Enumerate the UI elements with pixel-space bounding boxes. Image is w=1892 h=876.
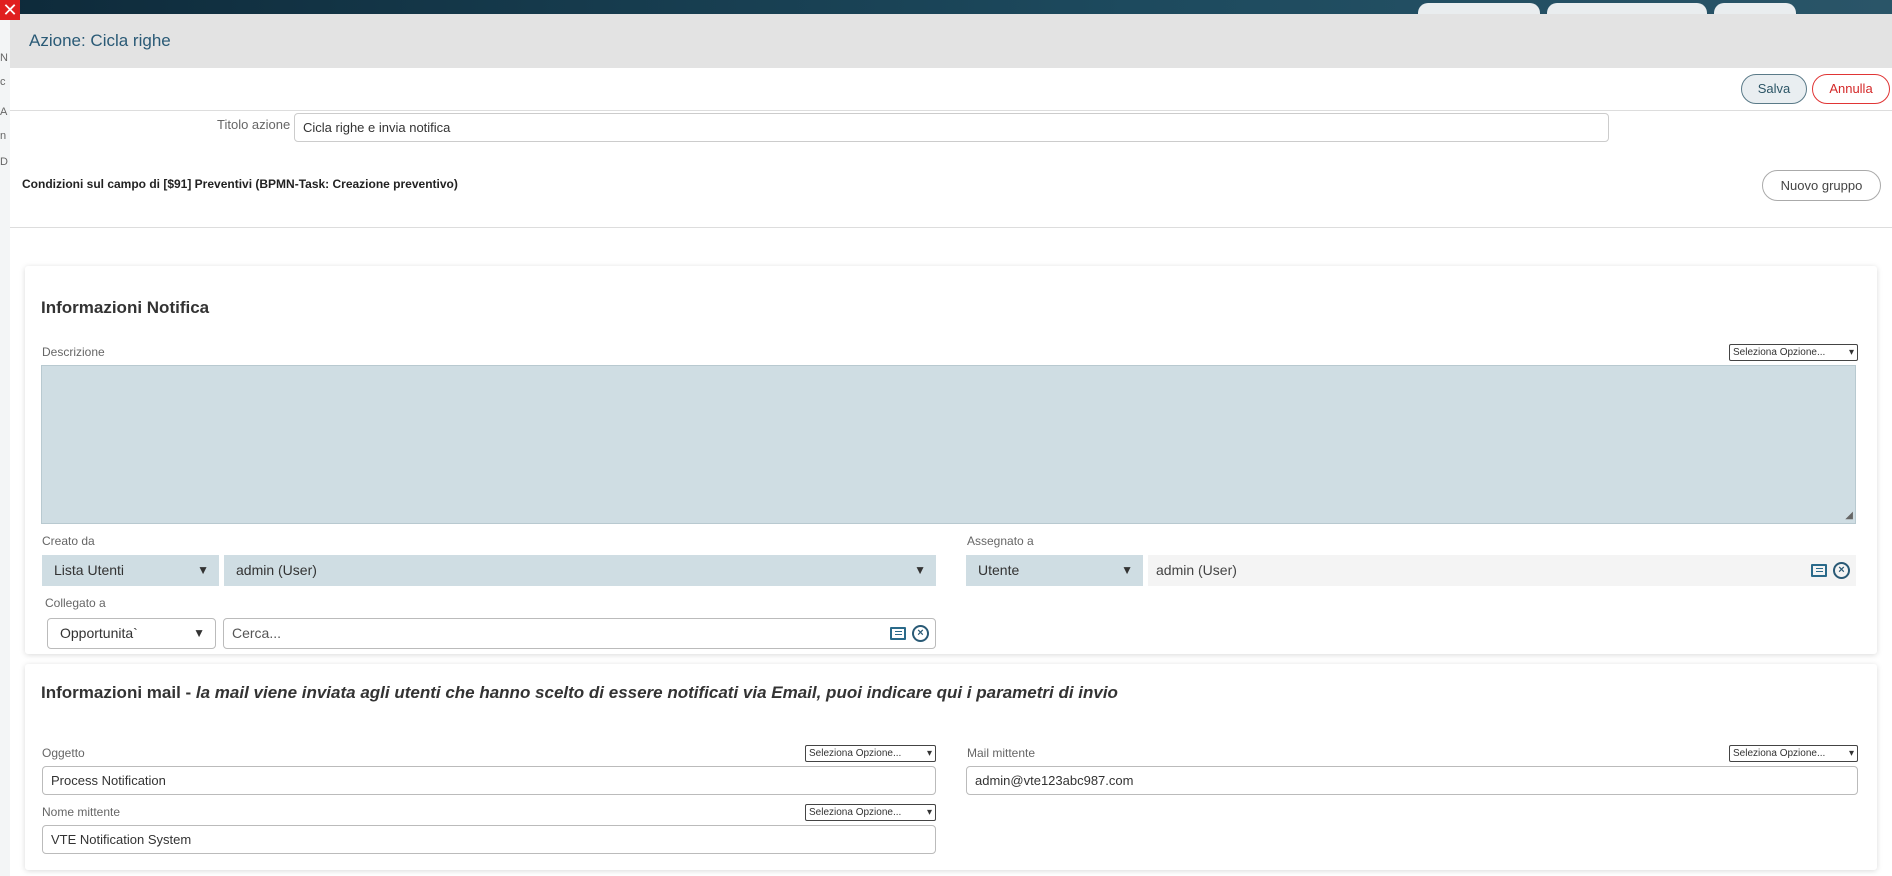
chevron-down-icon: ▾: [926, 807, 932, 818]
description-textarea[interactable]: ◢: [41, 365, 1856, 524]
action-modal: Azione: Cicla righe Salva Annulla Titolo…: [10, 14, 1892, 876]
chevron-down-icon: ▼: [193, 626, 205, 640]
linked-to-label: Collegato a: [45, 596, 106, 610]
sender-email-input[interactable]: admin@vte123abc987.com: [966, 766, 1858, 795]
background-text: N: [0, 52, 8, 64]
mail-info-title-italic: la mail viene inviata agli utenti che ha…: [195, 683, 1118, 702]
resize-handle-icon[interactable]: ◢: [1845, 510, 1853, 521]
background-tab: [1547, 3, 1707, 14]
sender-name-option-select[interactable]: Seleziona Opzione... ▾: [805, 804, 936, 821]
description-option-select[interactable]: Seleziona Opzione... ▾: [1729, 344, 1858, 361]
action-title-input[interactable]: Cicla righe e invia notifica: [294, 113, 1609, 142]
subject-input[interactable]: Process Notification: [42, 766, 936, 795]
conditions-label: Condizioni sul campo di [$91] Preventivi…: [22, 177, 458, 191]
notification-info-card: Informazioni Notifica Descrizione Selezi…: [25, 266, 1877, 654]
chevron-down-icon: ▼: [914, 563, 926, 577]
modal-title: Azione: Cicla righe: [29, 31, 171, 50]
subject-option-select[interactable]: Seleziona Opzione... ▾: [805, 745, 936, 762]
modal-header: Azione: Cicla righe: [10, 14, 1892, 68]
divider: [10, 227, 1892, 228]
sender-name-option-select-value: Seleziona Opzione...: [809, 807, 902, 818]
mail-info-card: Informazioni mail - la mail viene inviat…: [25, 664, 1877, 870]
sender-name-label: Nome mittente: [42, 805, 121, 819]
assigned-to-type-value: Utente: [978, 562, 1020, 578]
chevron-down-icon: ▼: [197, 563, 209, 577]
sender-email-label: Mail mittente: [967, 746, 1036, 760]
chevron-down-icon: ▾: [926, 748, 932, 759]
chevron-down-icon: ▾: [1848, 748, 1854, 759]
assigned-to-value: admin (User): [1156, 562, 1237, 578]
background-text: c: [0, 76, 6, 88]
subject-option-select-value: Seleziona Opzione...: [809, 748, 902, 759]
new-group-button[interactable]: Nuovo gruppo: [1762, 170, 1881, 201]
sender-email-option-select[interactable]: Seleziona Opzione... ▾: [1729, 745, 1858, 762]
background-text: D: [0, 156, 8, 168]
created-by-label: Creato da: [42, 534, 95, 548]
list-icon[interactable]: [1811, 564, 1827, 577]
save-button[interactable]: Salva: [1741, 74, 1807, 104]
clear-icon[interactable]: ×: [1833, 562, 1850, 579]
action-title-label: Titolo azione: [217, 117, 291, 132]
sender-email-option-select-value: Seleziona Opzione...: [1733, 748, 1826, 759]
mail-info-title-bold: Informazioni mail -: [41, 683, 196, 702]
assigned-to-field[interactable]: admin (User) ×: [1148, 555, 1856, 586]
chevron-down-icon: ▼: [1121, 563, 1133, 577]
sender-name-input[interactable]: VTE Notification System: [42, 825, 936, 854]
background-tab: [1418, 3, 1540, 14]
linked-to-module-select[interactable]: Opportunita` ▼: [47, 618, 216, 649]
background-sidebar: N c A n D: [0, 14, 10, 876]
linked-to-search-field[interactable]: Cerca... ×: [223, 618, 936, 649]
close-icon[interactable]: ✕: [0, 0, 20, 20]
background-text: A: [0, 106, 8, 118]
background-tab: [1714, 3, 1796, 14]
divider: [10, 110, 1892, 111]
description-option-select-value: Seleziona Opzione...: [1733, 347, 1826, 358]
background-topbar: [0, 0, 1892, 14]
clear-icon[interactable]: ×: [912, 625, 929, 642]
background-text: n: [0, 130, 7, 142]
mail-info-title: Informazioni mail - la mail viene inviat…: [41, 683, 1118, 703]
linked-to-module-value: Opportunita`: [60, 625, 138, 641]
created-by-type-select[interactable]: Lista Utenti ▼: [42, 555, 219, 586]
created-by-type-value: Lista Utenti: [54, 562, 125, 578]
created-by-user-select[interactable]: admin (User) ▼: [224, 555, 936, 586]
subject-label: Oggetto: [42, 746, 85, 760]
linked-to-search-placeholder: Cerca...: [232, 625, 282, 641]
description-label: Descrizione: [42, 345, 105, 359]
cancel-button[interactable]: Annulla: [1812, 74, 1890, 104]
notification-info-title: Informazioni Notifica: [41, 298, 210, 317]
list-icon[interactable]: [890, 627, 906, 640]
chevron-down-icon: ▾: [1848, 347, 1854, 358]
created-by-user-value: admin (User): [236, 562, 317, 578]
assigned-to-label: Assegnato a: [967, 534, 1034, 548]
assigned-to-type-select[interactable]: Utente ▼: [966, 555, 1143, 586]
